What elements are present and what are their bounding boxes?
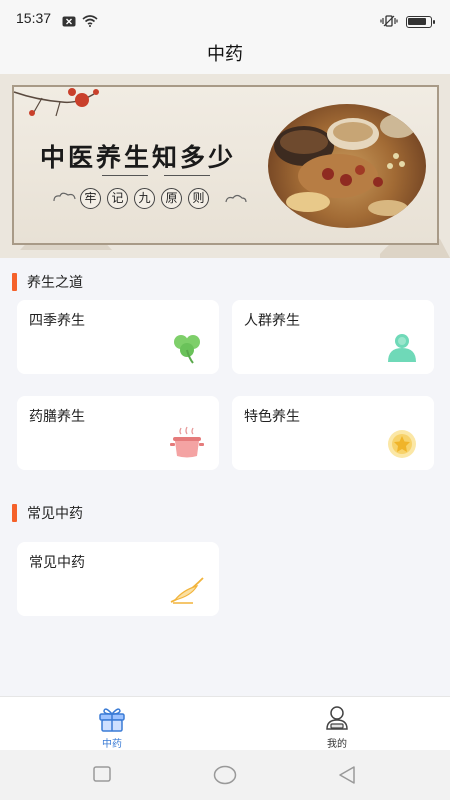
card-label: 四季养生 bbox=[29, 313, 85, 329]
tab-profile[interactable]: 我的 bbox=[277, 701, 397, 750]
section-title: 养生之道 bbox=[27, 275, 83, 291]
tab-bar: 中药 我的 bbox=[0, 696, 450, 750]
notification-close-icon bbox=[62, 12, 76, 31]
section-title: 常见中药 bbox=[27, 506, 83, 522]
card-label: 常见中药 bbox=[29, 555, 85, 571]
section-header-common-herbs: 常见中药 bbox=[12, 503, 83, 523]
nav-bar: 中药 bbox=[0, 36, 450, 74]
card-group-wellness[interactable]: 人群养生 bbox=[232, 300, 434, 374]
tab-label: 中药 bbox=[102, 739, 122, 750]
clover-icon bbox=[169, 330, 205, 364]
tab-label: 我的 bbox=[327, 739, 347, 750]
status-bar: 15:37 bbox=[0, 0, 450, 36]
battery-level bbox=[408, 17, 426, 25]
card-label: 人群养生 bbox=[244, 313, 300, 329]
plum-branch-icon bbox=[13, 88, 99, 117]
card-label: 药膳养生 bbox=[29, 409, 85, 425]
status-right-icons bbox=[380, 12, 435, 31]
banner-divider-left bbox=[102, 175, 148, 176]
banner-subtitle-char: 九 bbox=[134, 188, 155, 209]
banner-subtitle: 牢 记 九 原 则 bbox=[80, 188, 209, 209]
banner-subtitle-char: 则 bbox=[188, 188, 209, 209]
card-diet-wellness[interactable]: 药膳养生 bbox=[17, 396, 219, 470]
battery-icon bbox=[406, 15, 435, 28]
herbal-dish-image bbox=[268, 104, 426, 228]
banner-subtitle-char: 原 bbox=[161, 188, 182, 209]
page-title: 中药 bbox=[207, 44, 243, 65]
back-triangle-icon[interactable] bbox=[338, 766, 356, 788]
pot-icon bbox=[169, 426, 205, 460]
circle-icon[interactable] bbox=[213, 765, 237, 789]
user-icon bbox=[322, 705, 352, 733]
card-special-wellness[interactable]: 特色养生 bbox=[232, 396, 434, 470]
gift-box-icon bbox=[97, 705, 127, 733]
card-common-herbs[interactable]: 常见中药 bbox=[17, 542, 219, 616]
square-icon[interactable] bbox=[93, 766, 111, 786]
herb-icon bbox=[169, 572, 205, 606]
cloud-scroll-right-icon bbox=[225, 194, 247, 203]
vibrate-icon bbox=[380, 12, 398, 31]
section-accent-bar bbox=[12, 504, 17, 522]
card-label: 特色养生 bbox=[244, 409, 300, 425]
banner-subtitle-char: 记 bbox=[107, 188, 128, 209]
people-icon bbox=[384, 330, 420, 364]
banner[interactable]: 中医养生知多少 牢 记 九 原 则 bbox=[0, 74, 450, 258]
section-accent-bar bbox=[12, 273, 17, 291]
wifi-icon bbox=[82, 12, 98, 31]
star-badge-icon bbox=[384, 426, 420, 460]
banner-title: 中医养生知多少 bbox=[40, 143, 237, 172]
card-seasonal-wellness[interactable]: 四季养生 bbox=[17, 300, 219, 374]
status-left-icons bbox=[62, 12, 98, 31]
system-nav-bar bbox=[0, 750, 450, 800]
tab-herbs[interactable]: 中药 bbox=[52, 701, 172, 750]
section-header-wellness: 养生之道 bbox=[12, 272, 83, 292]
banner-subtitle-char: 牢 bbox=[80, 188, 101, 209]
status-time: 15:37 bbox=[16, 10, 52, 26]
cloud-scroll-icon bbox=[53, 192, 76, 202]
banner-divider-right bbox=[164, 175, 210, 176]
